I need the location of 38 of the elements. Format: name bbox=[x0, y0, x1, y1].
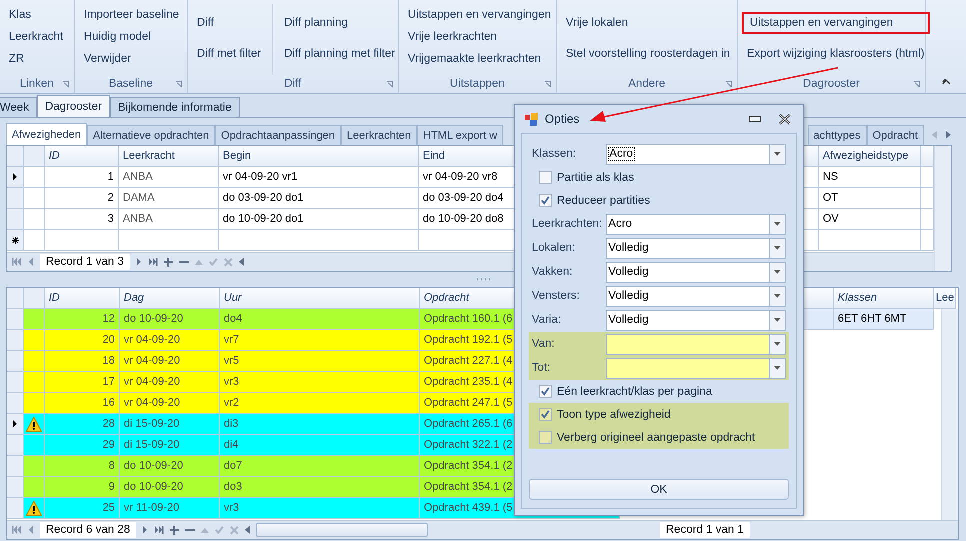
table-cell: do 10-09-20 do1 bbox=[219, 209, 419, 230]
field-label: Vensters: bbox=[532, 290, 581, 302]
table-cell: 25 bbox=[45, 498, 120, 519]
field-value: Volledig bbox=[608, 242, 649, 254]
group-label: Diff bbox=[284, 78, 302, 90]
table-cell: 3 bbox=[45, 209, 119, 230]
field-label: Varia: bbox=[532, 314, 562, 326]
table-cell: NS bbox=[819, 167, 921, 188]
group-label: Dagrooster bbox=[803, 78, 860, 90]
field-label: Van: bbox=[532, 338, 556, 350]
table-cell: 6ET 6HT 6MT bbox=[834, 309, 934, 330]
table-cell: OV bbox=[819, 209, 921, 230]
field-label: Vakken: bbox=[532, 266, 574, 278]
group-label: Andere bbox=[628, 78, 666, 90]
record-counter: Record 1 van 1 bbox=[660, 522, 750, 538]
table-cell: ANBA bbox=[119, 209, 219, 230]
group-label: Baseline bbox=[108, 78, 154, 90]
record-counter: Record 6 van 28 bbox=[40, 522, 136, 538]
table-cell: vr 04-09-20 vr1 bbox=[219, 167, 419, 188]
table-cell: do 03-09-20 do1 bbox=[219, 188, 419, 209]
field-label: Leerkrachten: bbox=[532, 218, 604, 230]
record-counter: Record 1 van 3 bbox=[40, 254, 130, 270]
group-label: Linken bbox=[20, 78, 54, 90]
field-label: Klassen: bbox=[532, 148, 578, 160]
field-value: Volledig bbox=[608, 266, 649, 278]
table-cell: ANBA bbox=[119, 167, 219, 188]
table-cell: OT bbox=[819, 188, 921, 209]
table-cell: DAMA bbox=[119, 188, 219, 209]
field-label: Tot: bbox=[532, 362, 552, 374]
table-cell: 2 bbox=[45, 188, 119, 209]
group-label: Uitstappen bbox=[450, 78, 505, 90]
field-value: Volledig bbox=[608, 290, 649, 302]
dialog-title: Opties bbox=[545, 112, 580, 126]
table-cell: 1 bbox=[45, 167, 119, 188]
table-cell: vr 11-09-20 bbox=[120, 498, 220, 519]
field-value: Acro bbox=[608, 148, 634, 160]
field-label: Lokalen: bbox=[532, 242, 576, 254]
table-cell: vr3 bbox=[220, 498, 420, 519]
